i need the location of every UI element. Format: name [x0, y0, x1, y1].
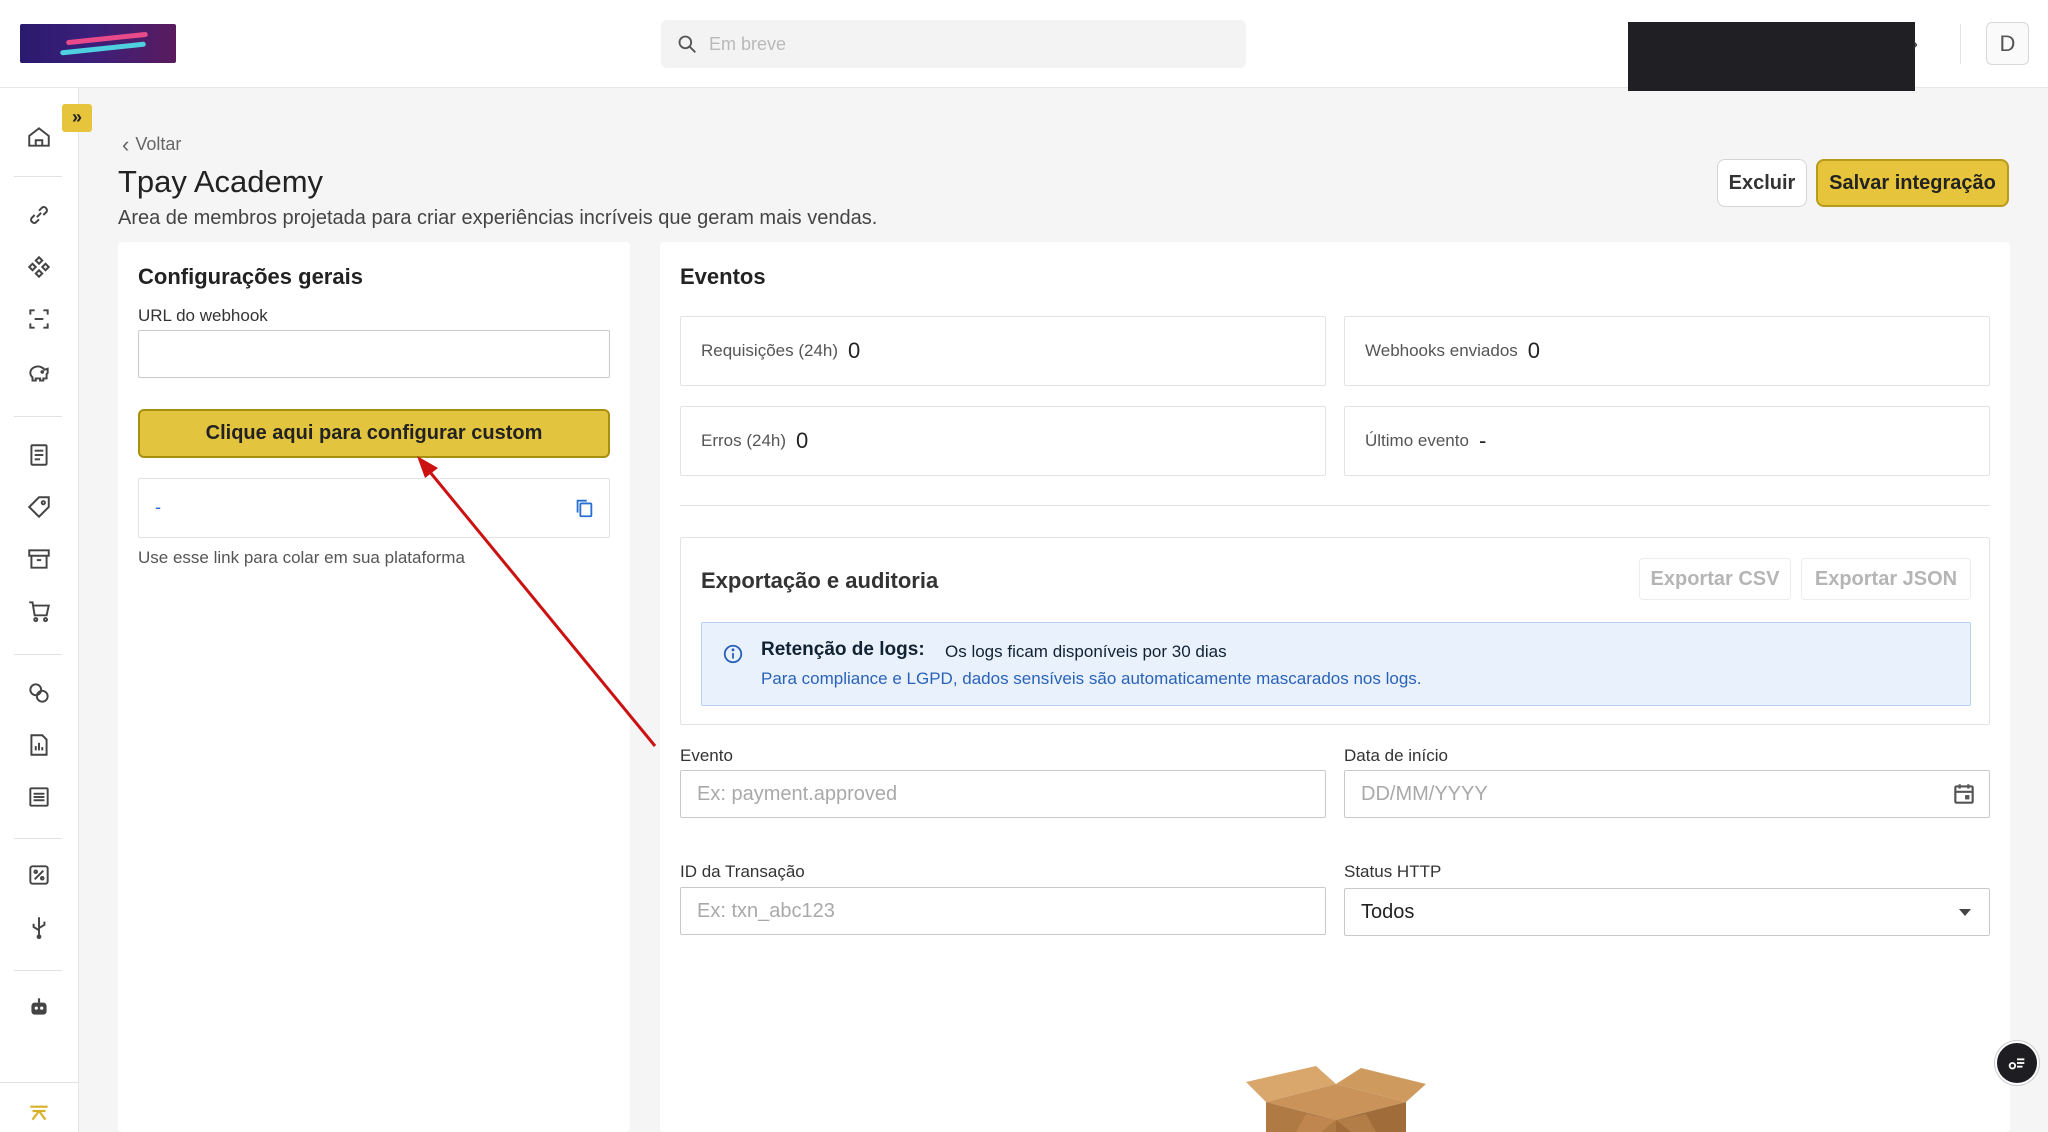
- stat-value: 0: [848, 338, 861, 363]
- start-date-label: Data de início: [1344, 746, 1448, 765]
- top-bar: › D: [0, 0, 2048, 91]
- webhook-url-label: URL do webhook: [138, 306, 268, 325]
- stat-errors: Erros (24h) 0: [680, 406, 1326, 476]
- event-filter-label: Evento: [680, 746, 733, 765]
- empty-box-illustration: [1246, 1066, 1426, 1132]
- components-icon[interactable]: [24, 252, 54, 282]
- alert-title: Retenção de logs:: [761, 639, 925, 660]
- tag-icon[interactable]: [24, 492, 54, 522]
- robot-icon[interactable]: [24, 992, 54, 1022]
- page-subtitle: Area de membros projetada para criar exp…: [118, 207, 878, 229]
- export-csv-button[interactable]: Exportar CSV: [1639, 558, 1791, 600]
- webhook-url-input[interactable]: [138, 330, 610, 378]
- status-http-label: Status HTTP: [1344, 862, 1442, 881]
- stat-label: Requisições (24h): [701, 341, 839, 360]
- stat-webhooks-sent: Webhooks enviados 0: [1344, 316, 1990, 386]
- transaction-id-label: ID da Transação: [680, 862, 805, 881]
- report-icon[interactable]: [24, 730, 54, 760]
- chevron-down-icon: [1959, 909, 1971, 916]
- coins-icon[interactable]: [24, 678, 54, 708]
- events-title: Eventos: [680, 264, 766, 289]
- start-date-input[interactable]: [1344, 770, 1990, 818]
- link-icon[interactable]: [24, 200, 54, 230]
- usb-icon[interactable]: [24, 912, 54, 942]
- expand-sidebar-button[interactable]: »: [62, 104, 92, 132]
- redacted-area: [1628, 22, 1915, 91]
- copy-icon[interactable]: [573, 497, 595, 519]
- avatar[interactable]: D: [1986, 22, 2029, 65]
- info-icon: [723, 644, 743, 664]
- sidebar: [0, 88, 79, 1132]
- help-chat-button[interactable]: [1995, 1041, 2039, 1085]
- divider: [1960, 24, 1961, 64]
- brand-mark-icon[interactable]: [24, 1096, 54, 1126]
- delete-button[interactable]: Excluir: [1717, 159, 1807, 207]
- chat-list-icon: [2008, 1058, 2025, 1070]
- status-http-value: Todos: [1361, 901, 1415, 923]
- configure-custom-button[interactable]: Clique aqui para configurar custom: [138, 409, 610, 458]
- chevron-left-icon: ‹: [122, 131, 130, 157]
- receipt-icon[interactable]: [24, 440, 54, 470]
- page-title: Tpay Academy: [118, 164, 324, 199]
- cart-icon[interactable]: [24, 596, 54, 626]
- export-audit-section: Exportação e auditoria Exportar CSV Expo…: [680, 537, 1990, 725]
- piggy-bank-icon[interactable]: [24, 358, 54, 388]
- stat-label: Erros (24h): [701, 431, 787, 450]
- home-icon[interactable]: [24, 122, 54, 152]
- status-http-select[interactable]: Todos: [1344, 888, 1990, 936]
- back-link[interactable]: ‹ Voltar: [122, 131, 182, 157]
- transaction-id-input[interactable]: [680, 887, 1326, 935]
- search-bar[interactable]: [661, 20, 1246, 68]
- general-settings-title: Configurações gerais: [138, 264, 363, 289]
- generated-link-value[interactable]: -: [155, 497, 161, 518]
- save-integration-button[interactable]: Salvar integração: [1816, 159, 2009, 207]
- stat-value: 0: [1527, 338, 1541, 363]
- event-filter-input[interactable]: [680, 770, 1326, 818]
- calendar-icon[interactable]: [1951, 781, 1977, 807]
- export-json-button[interactable]: Exportar JSON: [1801, 558, 1971, 600]
- brand-logo[interactable]: [20, 24, 176, 63]
- back-label: Voltar: [135, 134, 182, 154]
- stat-label: Último evento: [1365, 431, 1469, 450]
- export-audit-title: Exportação e auditoria: [701, 568, 939, 593]
- alert-text: Os logs ficam disponíveis por 30 dias: [945, 642, 1227, 661]
- link-hint: Use esse link para colar em sua platafor…: [138, 548, 465, 567]
- events-card: Eventos Requisições (24h) 0 Webhooks env…: [660, 242, 2010, 1132]
- archive-icon[interactable]: [24, 544, 54, 574]
- stat-value: -: [1478, 428, 1487, 453]
- stat-last-event: Último evento -: [1344, 406, 1990, 476]
- stat-requests: Requisições (24h) 0: [680, 316, 1326, 386]
- list-icon[interactable]: [24, 782, 54, 812]
- stat-value: 0: [796, 428, 809, 453]
- log-retention-alert: Retenção de logs: Os logs ficam disponív…: [701, 622, 1971, 706]
- alert-subtext: Para compliance e LGPD, dados sensíveis …: [761, 669, 1422, 688]
- scan-icon[interactable]: [24, 304, 54, 334]
- stat-label: Webhooks enviados: [1365, 341, 1518, 360]
- search-icon: [678, 35, 696, 53]
- percent-icon[interactable]: [24, 860, 54, 890]
- chevron-right-icon[interactable]: ›: [1912, 34, 1918, 55]
- general-settings-card: Configurações gerais URL do webhook Cliq…: [118, 242, 630, 1132]
- divider: [680, 505, 1990, 506]
- search-input[interactable]: [709, 20, 1229, 68]
- generated-link-box: -: [138, 478, 610, 538]
